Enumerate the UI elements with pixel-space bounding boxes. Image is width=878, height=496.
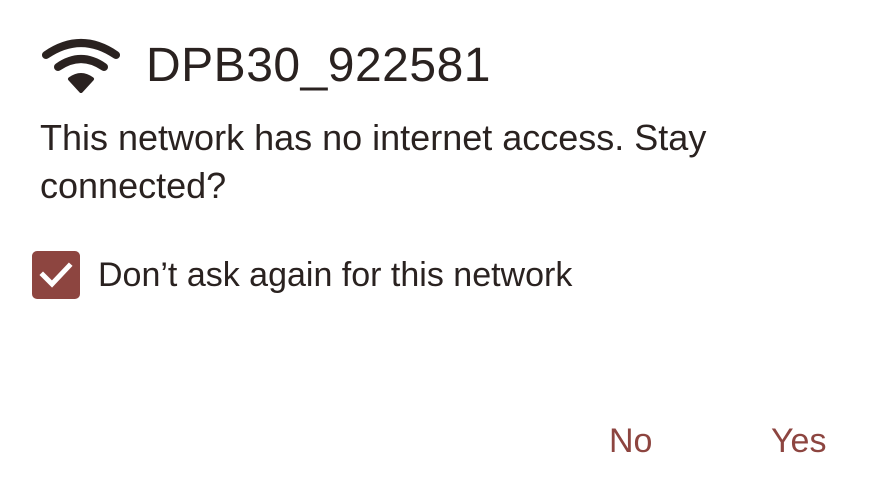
dialog-title: DPB30_922581: [146, 38, 491, 92]
no-button[interactable]: No: [609, 418, 652, 464]
dialog-header: DPB30_922581: [42, 30, 491, 100]
dialog-message: This network has no internet access. Sta…: [40, 117, 707, 206]
yes-button[interactable]: Yes: [771, 418, 826, 464]
dont-ask-again-label: Don’t ask again for this network: [98, 255, 573, 294]
checkmark-icon: [39, 262, 73, 288]
dont-ask-again-checkbox[interactable]: [32, 251, 80, 299]
dont-ask-again-option[interactable]: Don’t ask again for this network: [32, 250, 572, 300]
network-dialog: DPB30_922581 This network has no interne…: [0, 0, 878, 496]
wifi-icon: [42, 39, 120, 93]
